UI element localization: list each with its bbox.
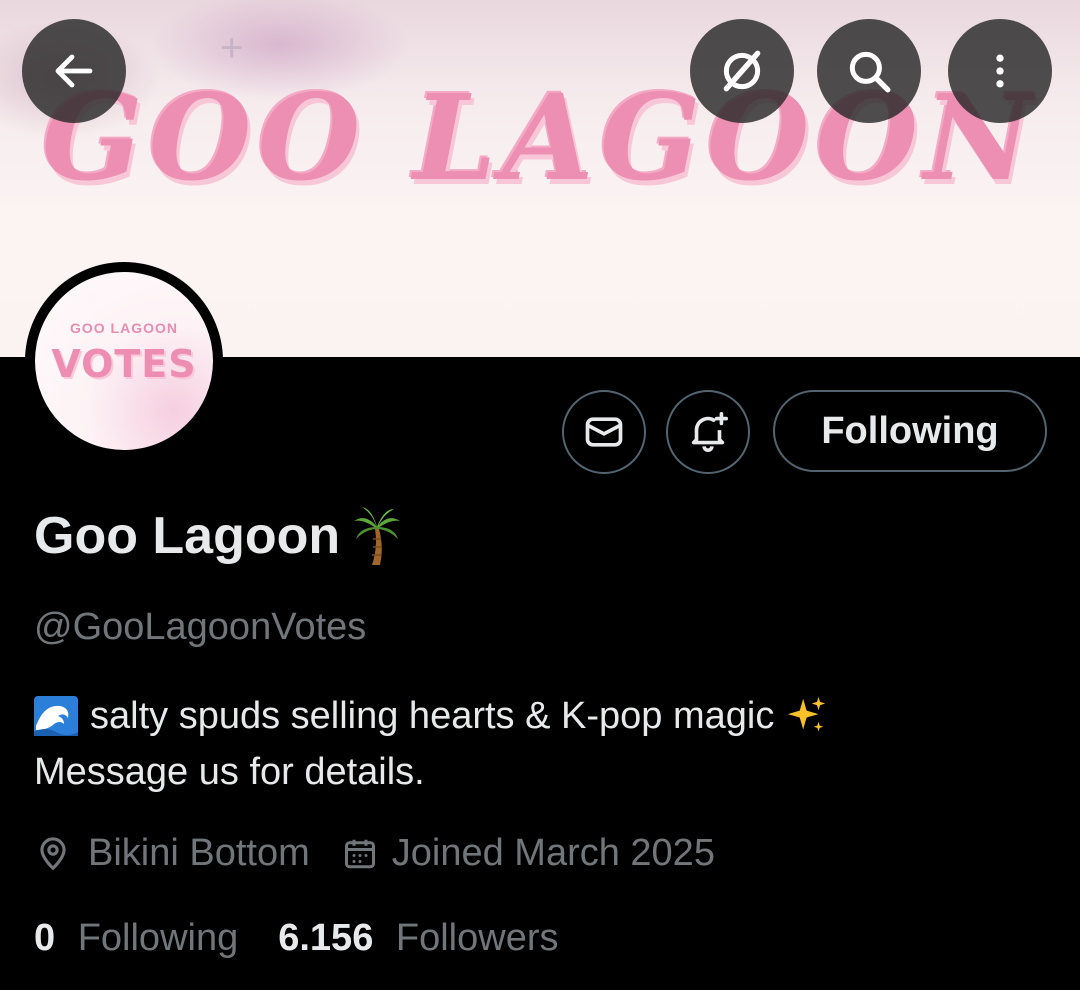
bell-plus-icon	[691, 411, 729, 452]
more-vertical-icon	[996, 54, 1004, 88]
bio-line-2: Message us for details.	[34, 751, 425, 793]
join-date-text: Joined March 2025	[391, 832, 715, 874]
following-count: 0	[34, 917, 56, 959]
message-button[interactable]	[562, 390, 646, 474]
following-count-link[interactable]: 0 Following	[34, 917, 238, 960]
arrow-left-icon	[55, 54, 93, 88]
profile-name: Goo Lagoon	[34, 507, 341, 565]
palm-tree-icon	[354, 507, 401, 565]
follow-counts: 0 Following 6.156 Followers	[34, 917, 559, 960]
profile-meta: Bikini Bottom Joined March 2025	[34, 832, 715, 875]
avatar-title: VOTES	[51, 342, 197, 386]
avatar[interactable]: GOO LAGOON VOTES	[25, 262, 223, 460]
following-label: Following	[77, 917, 239, 959]
banner-title: GOO LAGOON	[41, 68, 1039, 207]
envelope-icon	[585, 417, 623, 447]
avatar-subtitle: GOO LAGOON	[70, 320, 178, 336]
bio-line: salty spuds selling hearts & K-pop magic	[34, 688, 1044, 744]
following-button[interactable]: Following	[773, 390, 1047, 472]
grok-icon	[723, 50, 761, 92]
search-icon	[849, 51, 891, 93]
grok-button[interactable]	[690, 19, 794, 123]
search-button[interactable]	[817, 19, 921, 123]
more-button[interactable]	[948, 19, 1052, 123]
location-pin-icon	[40, 836, 66, 870]
location: Bikini Bottom	[34, 832, 310, 875]
avatar-image: GOO LAGOON VOTES	[35, 272, 213, 450]
sparkle-icon: +	[220, 26, 244, 70]
followers-count: 6.156	[278, 917, 374, 959]
profile-bio: salty spuds selling hearts & K-pop magic…	[34, 688, 1044, 800]
followers-count-link[interactable]: 6.156 Followers	[278, 917, 558, 960]
wave-icon	[34, 696, 78, 736]
bio-line-1: salty spuds selling hearts & K-pop magic	[90, 695, 775, 737]
sparkles-icon	[788, 696, 826, 732]
notifications-button[interactable]	[666, 390, 750, 474]
calendar-icon	[344, 839, 375, 868]
profile-handle: @GooLagoonVotes	[34, 606, 367, 648]
followers-label: Followers	[395, 917, 559, 959]
location-text: Bikini Bottom	[88, 832, 310, 874]
join-date: Joined March 2025	[342, 832, 715, 875]
back-button[interactable]	[22, 19, 126, 123]
profile-name-row: Goo Lagoon	[34, 505, 402, 567]
